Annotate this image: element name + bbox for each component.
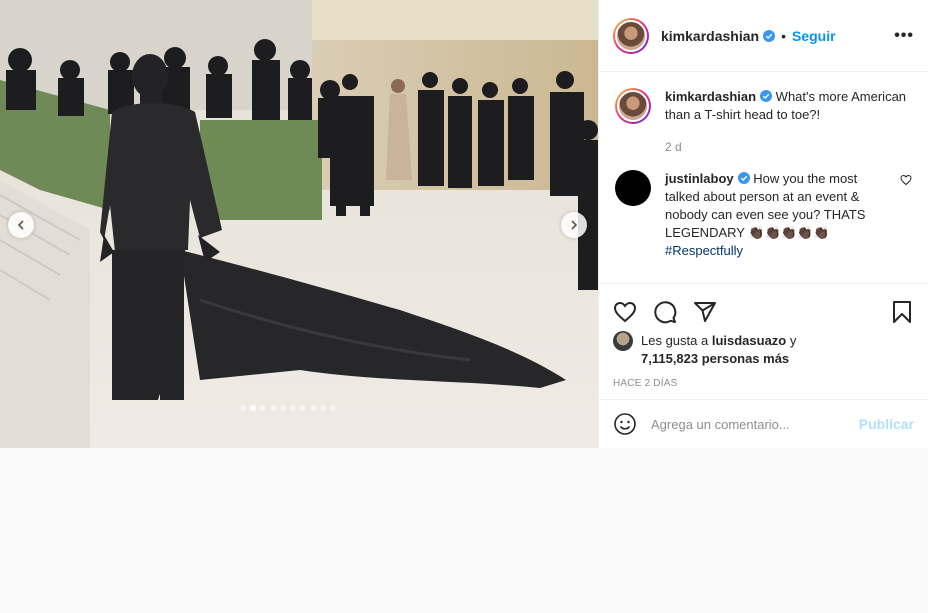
publish-button[interactable]: Publicar	[859, 416, 914, 432]
likes-summary: Les gusta a luisdasuazo y 7,115,823 pers…	[599, 331, 928, 368]
carousel-dot	[270, 405, 276, 411]
post-modal: kimkardashian • Seguir ••• kimkardashian…	[0, 0, 928, 448]
hashtag-link[interactable]: #Respectfully	[665, 243, 743, 258]
comment-input[interactable]: Agrega un comentario...	[651, 417, 859, 432]
post-media[interactable]	[0, 0, 598, 448]
heart-icon[interactable]	[613, 300, 637, 324]
verified-icon	[737, 172, 750, 184]
emoji-icon[interactable]	[613, 412, 637, 436]
add-comment-bar: Agrega un comentario... Publicar	[599, 399, 928, 448]
comments-list[interactable]: kimkardashian What's more American than …	[599, 72, 928, 283]
likes-conj: y	[789, 333, 797, 348]
verified-icon	[760, 90, 773, 102]
caption-avatar[interactable]	[615, 88, 651, 124]
carousel-dot	[330, 405, 336, 411]
carousel-dot	[280, 405, 286, 411]
commenter-username[interactable]: justinlaboy	[665, 171, 734, 186]
follow-button[interactable]: Seguir	[792, 28, 836, 44]
carousel-dot	[240, 405, 246, 411]
bookmark-icon[interactable]	[890, 300, 914, 324]
more-options-icon[interactable]: •••	[894, 27, 914, 45]
carousel-dot	[290, 405, 296, 411]
chevron-left-icon	[17, 220, 24, 230]
comment-item: justinlaboy How you the most talked abou…	[615, 170, 912, 260]
post-side-panel: kimkardashian • Seguir ••• kimkardashian…	[598, 0, 928, 448]
liker-username[interactable]: luisdasuazo	[712, 333, 786, 348]
carousel-dot	[260, 405, 266, 411]
next-button[interactable]	[561, 212, 587, 238]
liker-avatar[interactable]	[613, 331, 633, 351]
likes-prefix: Les gusta a	[641, 333, 709, 348]
commenter-avatar[interactable]	[615, 170, 651, 206]
like-comment-icon[interactable]	[900, 174, 912, 186]
post-actions: Les gusta a luisdasuazo y 7,115,823 pers…	[599, 283, 928, 613]
chevron-right-icon	[571, 220, 578, 230]
author-username[interactable]: kimkardashian	[661, 28, 759, 44]
carousel-indicator	[240, 405, 336, 411]
post-date[interactable]: HACE 2 DÍAS	[599, 368, 928, 389]
comment-icon[interactable]	[653, 300, 677, 324]
prev-button[interactable]	[8, 212, 34, 238]
caption: kimkardashian What's more American than …	[615, 88, 912, 156]
carousel-dot	[320, 405, 326, 411]
post-header: kimkardashian • Seguir •••	[599, 0, 928, 72]
header-separator: •	[781, 27, 786, 44]
share-icon[interactable]	[693, 300, 717, 324]
caption-time[interactable]: 2 d	[665, 138, 912, 156]
photo	[0, 0, 598, 448]
verified-icon	[763, 29, 776, 42]
carousel-dot	[300, 405, 306, 411]
author-avatar[interactable]	[613, 17, 649, 54]
carousel-dot-active	[250, 405, 256, 411]
caption-username[interactable]: kimkardashian	[665, 89, 756, 104]
action-icons	[599, 284, 928, 330]
likes-count[interactable]: 7,115,823 personas más	[641, 351, 789, 366]
carousel-dot	[310, 405, 316, 411]
